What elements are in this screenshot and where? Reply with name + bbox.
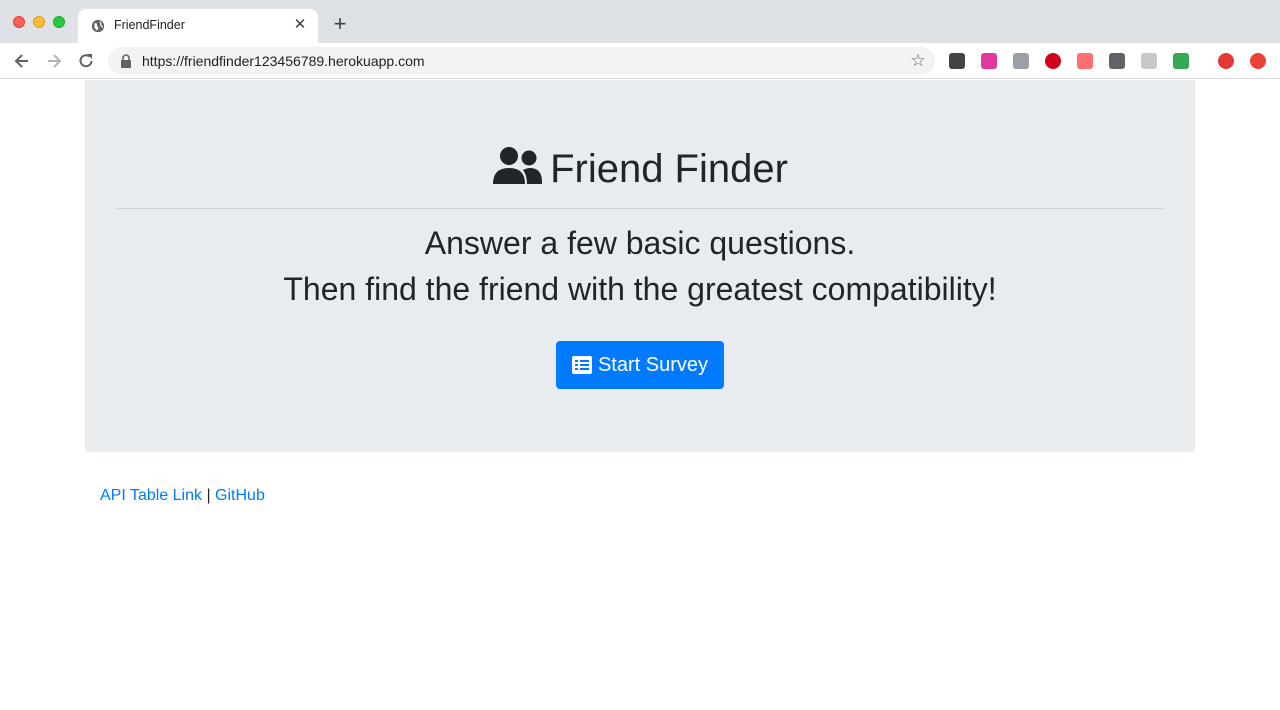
tab-title: FriendFinder	[114, 18, 185, 32]
ext-gray-icon[interactable]	[1013, 53, 1029, 69]
globe-icon	[91, 19, 105, 33]
start-survey-label: Start Survey	[597, 353, 709, 376]
url-text: https://friendfinder123456789.herokuapp.…	[142, 53, 425, 69]
footer-separator: |	[202, 487, 216, 504]
page-content: Friend Finder Answer a few basic questio…	[0, 80, 1280, 710]
list-alt-icon	[571, 356, 592, 374]
ext-grid-icon[interactable]	[1141, 53, 1157, 69]
ext-adblock-plus-icon[interactable]	[1045, 53, 1061, 69]
new-tab-button[interactable]: +	[330, 13, 350, 35]
browser-tab-bar: FriendFinder ✕ +	[0, 0, 1280, 43]
lead-line-1: Answer a few basic questions.	[424, 225, 856, 261]
ext-arrow-icon[interactable]	[1077, 53, 1093, 69]
forward-arrow-icon[interactable]	[44, 51, 64, 71]
back-arrow-icon[interactable]	[12, 51, 32, 71]
browser-toolbar: https://friendfinder123456789.herokuapp.…	[0, 43, 1280, 79]
ext-dark-icon[interactable]	[949, 53, 965, 69]
page-title: Friend Finder	[85, 146, 1195, 192]
github-link[interactable]: GitHub	[215, 487, 265, 504]
browser-tab[interactable]: FriendFinder ✕	[78, 9, 318, 43]
reload-icon[interactable]	[76, 51, 96, 71]
minimize-window-button[interactable]	[33, 16, 45, 28]
start-survey-button[interactable]: Start Survey	[556, 341, 724, 389]
ext-grammarly-icon[interactable]	[981, 53, 997, 69]
ext-code-icon[interactable]	[1109, 53, 1125, 69]
tab-close-icon[interactable]: ✕	[292, 17, 308, 33]
footer: API Table Link | GitHub	[100, 487, 265, 505]
close-window-button[interactable]	[13, 16, 25, 28]
ext-chart-icon[interactable]	[1173, 53, 1189, 69]
bookmark-star-icon[interactable]: ☆	[909, 52, 927, 70]
api-table-link[interactable]: API Table Link	[100, 487, 202, 504]
ext-upload-icon[interactable]	[1250, 53, 1266, 69]
lock-icon	[121, 54, 131, 68]
jumbotron: Friend Finder Answer a few basic questio…	[85, 80, 1195, 452]
ext-avatar-icon[interactable]	[1218, 53, 1234, 69]
title-text: Friend Finder	[550, 147, 788, 191]
users-icon	[493, 147, 543, 184]
divider	[117, 208, 1163, 209]
address-bar[interactable]: https://friendfinder123456789.herokuapp.…	[108, 47, 935, 75]
lead-line-2: Then find the friend with the greatest c…	[283, 271, 997, 307]
maximize-window-button[interactable]	[53, 16, 65, 28]
